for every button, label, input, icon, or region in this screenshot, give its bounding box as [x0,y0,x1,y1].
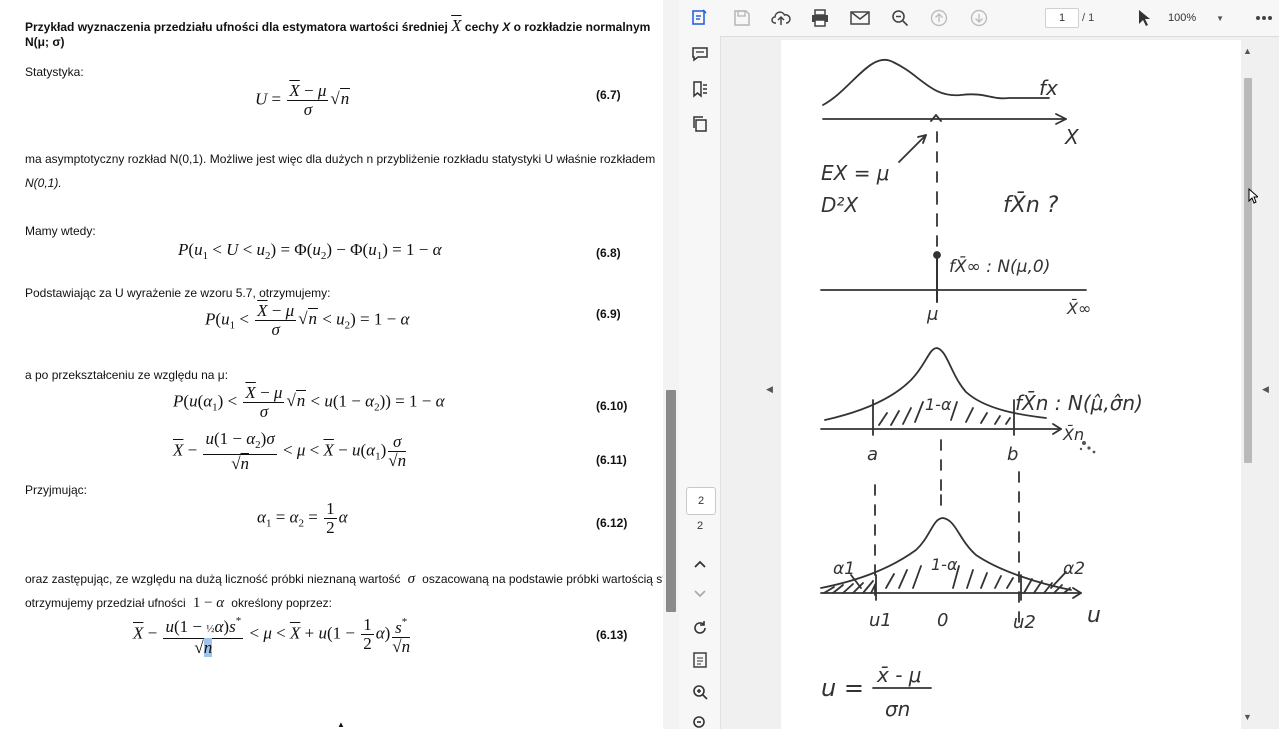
label-xn: X̄n [1062,425,1084,444]
eq-number-6-8: (6.8) [596,246,621,260]
chevron-down-icon: ▼ [1216,13,1225,23]
label-alpha1: α1 [833,559,855,579]
eq-number-6-12: (6.12) [596,516,628,530]
statystyka-label: Statystyka: [25,65,84,79]
viewer-scrollbar-thumb[interactable] [1244,78,1252,463]
pointer-arrow [898,134,927,163]
density-curve-u [820,517,1072,591]
density-curve-fx [822,59,1050,106]
podstawiajac-label: Podstawiając za U wyrażenie ze wzoru 5.7… [25,286,331,300]
comment-icon[interactable] [689,43,711,65]
print-icon[interactable] [810,8,830,28]
page-number-total: 2 [696,520,704,532]
mouse-cursor-icon [1248,187,1260,209]
chevron-up-icon[interactable] [689,554,711,574]
po-przeksztalceniu-label: a po przekształceniu ze względu na μ: [25,368,229,382]
eq-number-6-13: (6.13) [596,628,628,642]
left-scrollbar-track[interactable] [663,0,679,729]
formula-6-7: U = X − μ σ √n [255,81,351,119]
page-total-label: / 1 [1082,12,1095,24]
save-icon[interactable] [732,8,752,28]
scroll-up-arrow-icon[interactable]: ▲ [1243,46,1252,56]
label-fxn-question: fX̄n ? [1003,192,1059,218]
label-u2: u2 [1013,612,1036,633]
mail-icon[interactable] [850,8,870,28]
refresh-icon[interactable] [689,618,711,638]
label-x-axis: X [1064,125,1080,149]
formula-6-11: X − u(1 − α2)σ √n < μ < X − u(α1) σ √n [173,429,407,473]
pdf-page: fx X EX = μ D²X fX̄n ? fX̄∞ : N(μ,0) μ X… [781,40,1241,729]
label-alpha2: α2 [1063,559,1085,579]
heading-line2: N(μ; σ) [25,35,65,49]
next-page-icon[interactable] [969,8,989,28]
upload-cloud-icon[interactable] [771,8,791,28]
pdf-viewer: 2 2 1 / 1 100% ▼ ◀ ◀ fx X EX = μ D²X fX̄… [679,0,1279,729]
toolbar: 1 / 1 100% ▼ [720,0,1279,37]
label-zero: 0 [937,610,948,631]
fit-page-icon[interactable] [689,650,711,670]
prev-page-icon[interactable] [929,8,949,28]
xbar-symbol: X [451,16,462,35]
formula-6-8: P(u1 < U < u2) = Φ(u2) − Φ(u1) = 1 − α [178,240,442,262]
label-u-eq: u = [821,674,864,702]
zoom-value: 100% [1168,12,1197,24]
zoom-dropdown[interactable]: 100% ▼ [1168,8,1228,28]
select-cursor-icon[interactable] [1134,8,1154,28]
eq-number-6-10: (6.10) [596,399,628,413]
label-finf: fX̄∞ : N(μ,0) [949,255,1050,277]
label-u-axis: u [1087,603,1101,628]
page-number-box[interactable]: 2 [686,487,716,515]
formula-6-10: P(u(α1) < X − μ σ √n < u(1 − α2)) = 1 − α [173,383,445,421]
formula-6-12: α1 = α2 = 12α [257,499,348,537]
collapse-right-icon[interactable]: ◀ [1262,384,1269,395]
label-a: a [867,444,878,465]
label-mu: μ [926,304,938,325]
label-u-denominator: σn [885,697,910,721]
edit-pdf-icon[interactable] [689,6,711,28]
bookmark-list-icon[interactable] [689,78,711,100]
paragraph-asymptotic: ma asymptotyczny rozkład N(0,1). Możliwe… [25,152,656,166]
label-d2x: D²X [821,193,859,217]
label-u-numerator: x̄ - μ [876,663,922,687]
label-u1: u1 [869,610,892,631]
zoom-search-icon[interactable] [890,8,910,28]
label-one-minus-alpha-1: 1-α [925,395,952,414]
document-page: Przykład wyznaczenia przedziału ufności … [0,0,663,729]
label-fxn-normal: fX̄n : N(μ̂,σ̂n) [1015,390,1143,415]
scroll-down-arrow-icon[interactable]: ▼ [1243,712,1252,722]
eq-number-6-7: (6.7) [596,88,621,102]
left-scrollbar-thumb[interactable] [666,390,676,612]
copy-pages-icon[interactable] [689,113,711,135]
paragraph-asymptotic-end: N(0,1). [25,176,62,190]
zoom-out-icon[interactable] [689,713,711,733]
sidebar: 2 2 [679,0,721,729]
oraz-line2: otrzymujemy przedział ufności 1 − α okre… [25,595,332,611]
zoom-in-icon[interactable] [689,682,711,702]
oraz-line1: oraz zastępując, ze względu na dużą licz… [25,571,663,587]
collapse-left-icon[interactable]: ◀ [766,384,773,395]
label-xinf: X̄∞ [1066,299,1091,318]
label-b: b [1007,444,1018,465]
label-fx: fx [1039,76,1058,100]
label-ex: EX = μ [821,161,890,185]
more-options-icon[interactable] [1254,8,1274,28]
eq-number-6-11: (6.11) [596,453,627,467]
page-marker: ▲ [337,720,345,729]
chevron-down-icon[interactable] [689,584,711,604]
mean-marker [930,113,942,122]
formula-6-9: P(u1 < X − μ σ √n < u2) = 1 − α [205,301,410,339]
heading-line1: Przykład wyznaczenia przedziału ufności … [25,16,651,35]
przyjmujac-label: Przyjmując: [25,483,88,497]
formula-6-13: X − u(1 − ½α)s* √n < μ < X + u(1 − 1 2 α) s*… [133,612,412,657]
label-one-minus-alpha-2: 1-α [931,555,958,574]
mamy-label: Mamy wtedy: [25,224,96,238]
page-number-input[interactable]: 1 [1045,8,1079,28]
handwritten-notes: fx X EX = μ D²X fX̄n ? fX̄∞ : N(μ,0) μ X… [820,59,1143,721]
eq-number-6-9: (6.9) [596,307,621,321]
